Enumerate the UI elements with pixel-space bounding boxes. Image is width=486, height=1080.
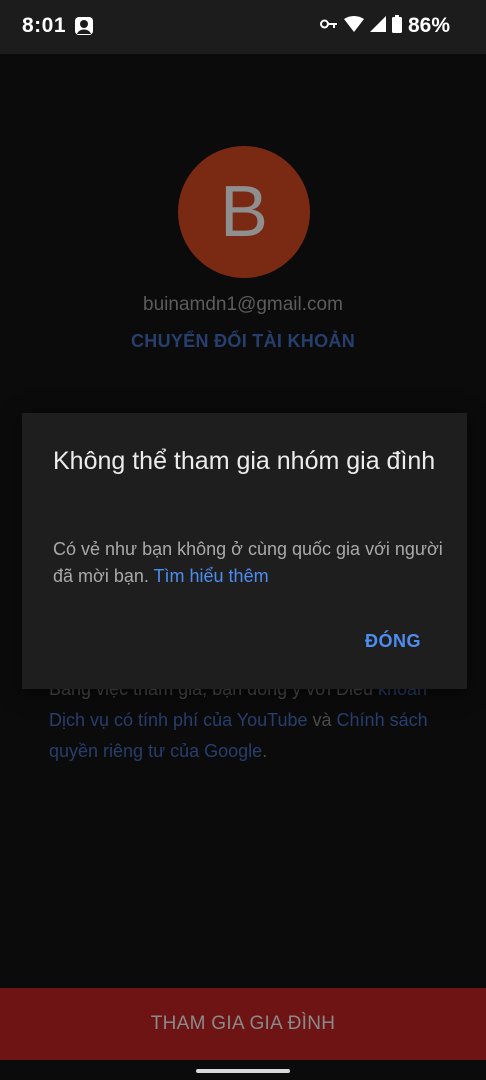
battery-icon bbox=[391, 14, 402, 38]
avatar-letter: B bbox=[219, 172, 269, 252]
dialog-message: Có vẻ như bạn không ở cùng quốc gia với … bbox=[53, 536, 443, 590]
cellular-signal-icon bbox=[369, 15, 386, 37]
status-icons: 86% bbox=[319, 14, 450, 38]
avatar: B bbox=[178, 146, 310, 278]
error-dialog: Không thể tham gia nhóm gia đình Có vẻ n… bbox=[22, 413, 467, 689]
join-family-button[interactable]: THAM GIA GIA ĐÌNH bbox=[0, 988, 486, 1060]
learn-more-link[interactable]: Tìm hiểu thêm bbox=[154, 566, 269, 586]
terms-period: . bbox=[262, 741, 268, 761]
dialog-title: Không thể tham gia nhóm gia đình bbox=[53, 447, 436, 475]
terms-and: và bbox=[307, 710, 332, 730]
home-gesture-handle[interactable] bbox=[196, 1069, 290, 1073]
battery-percent: 86% bbox=[407, 14, 450, 37]
account-email: buinamdn1@gmail.com bbox=[143, 294, 343, 315]
join-family-label: THAM GIA GIA ĐÌNH bbox=[150, 1013, 336, 1034]
navigation-bar bbox=[0, 1060, 486, 1080]
vpn-key-icon bbox=[319, 17, 338, 35]
status-bar: 8:01 86% bbox=[0, 0, 486, 54]
notification-app-icon bbox=[74, 16, 94, 36]
screen: 8:01 86% B buinamdn1@gmail.com CHUYỂN ĐỔ… bbox=[0, 0, 486, 1080]
switch-account-button[interactable]: CHUYỂN ĐỔI TÀI KHOẢN bbox=[0, 331, 486, 352]
status-time: 8:01 bbox=[22, 14, 67, 37]
close-dialog-button[interactable]: ĐÓNG bbox=[365, 631, 421, 652]
wifi-icon bbox=[343, 15, 364, 37]
